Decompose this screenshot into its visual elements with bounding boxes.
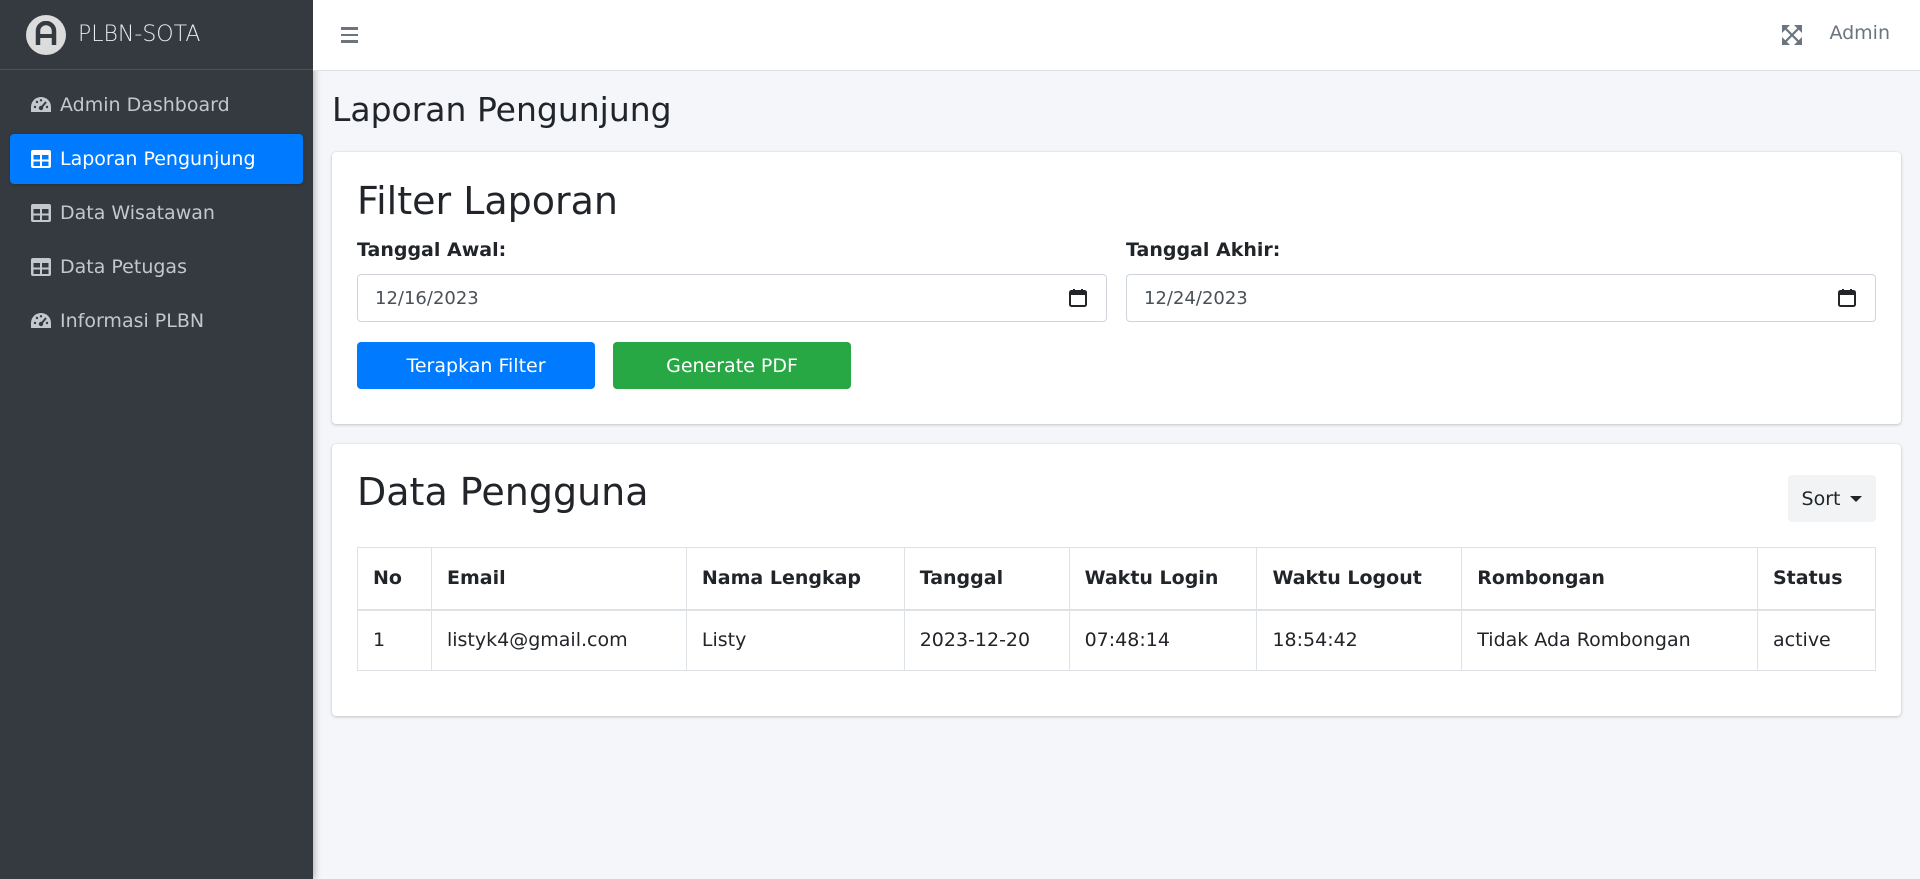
column-header-status[interactable]: Status [1757, 547, 1876, 611]
page-title: Laporan Pengunjung [332, 90, 672, 129]
cell-waktu-logout: 18:54:42 [1256, 609, 1463, 671]
filter-card: Filter Laporan Tanggal Awal: 12/16/2023 … [332, 152, 1901, 424]
tachometer-icon [30, 95, 52, 115]
column-header-tanggal[interactable]: Tanggal [903, 547, 1070, 611]
hamburger-icon[interactable] [341, 22, 367, 48]
end-date-value: 12/24/2023 [1144, 287, 1248, 309]
brand-logo-icon [26, 14, 66, 55]
sidebar-item-informasi-plbn[interactable]: Informasi PLBN [10, 296, 303, 346]
column-header-waktu-login[interactable]: Waktu Login [1068, 547, 1258, 611]
cell-email: listyk4@gmail.com [430, 609, 687, 671]
table-header-row: No Email Nama Lengkap Tanggal Waktu Logi… [357, 547, 1876, 611]
filter-heading: Filter Laporan [357, 179, 619, 223]
table-row: 1 listyk4@gmail.com Listy 2023-12-20 07:… [357, 609, 1876, 671]
cell-rombongan: Tidak Ada Rombongan [1461, 609, 1758, 671]
end-date-input[interactable]: 12/24/2023 [1126, 274, 1876, 322]
column-header-nama-lengkap[interactable]: Nama Lengkap [685, 547, 905, 611]
sidebar-nav: Admin Dashboard Laporan Pengunjung Data … [0, 70, 313, 346]
start-date-value: 12/16/2023 [375, 287, 479, 309]
cell-status: active [1757, 609, 1876, 671]
column-header-rombongan[interactable]: Rombongan [1461, 547, 1758, 611]
brand-link[interactable]: PLBN-SOTA [0, 0, 313, 70]
column-header-email[interactable]: Email [430, 547, 687, 611]
table-icon [30, 149, 52, 169]
start-date-input[interactable]: 12/16/2023 [357, 274, 1107, 322]
data-card: Data Pengguna Sort No Email Nama Lengkap… [332, 444, 1901, 716]
sidebar-item-label: Data Petugas [60, 256, 187, 278]
sidebar-item-label: Data Wisatawan [60, 202, 215, 224]
generate-pdf-button[interactable]: Generate PDF [613, 342, 851, 389]
sidebar: PLBN-SOTA Admin Dashboard Laporan Pengun… [0, 0, 313, 879]
cell-nama-lengkap: Listy [685, 609, 905, 671]
expand-icon[interactable] [1781, 24, 1803, 46]
calendar-icon[interactable] [1068, 288, 1088, 308]
top-navbar: Admin [313, 0, 1920, 71]
caret-down-icon [1850, 495, 1863, 502]
sidebar-item-label: Laporan Pengunjung [60, 148, 256, 170]
table-icon [30, 203, 52, 223]
cell-tanggal: 2023-12-20 [903, 609, 1070, 671]
sidebar-item-data-petugas[interactable]: Data Petugas [10, 242, 303, 292]
sidebar-item-label: Admin Dashboard [60, 94, 230, 116]
data-table: No Email Nama Lengkap Tanggal Waktu Logi… [357, 547, 1876, 671]
column-header-waktu-logout[interactable]: Waktu Logout [1256, 547, 1463, 611]
calendar-icon[interactable] [1837, 288, 1857, 308]
brand-name: PLBN-SOTA [78, 22, 201, 47]
cell-waktu-login: 07:48:14 [1068, 609, 1258, 671]
sidebar-item-laporan-pengunjung[interactable]: Laporan Pengunjung [10, 134, 303, 184]
cell-no: 1 [357, 609, 432, 671]
user-menu-link[interactable]: Admin [1829, 22, 1890, 44]
start-date-label: Tanggal Awal: [357, 239, 507, 261]
sidebar-item-label: Informasi PLBN [60, 310, 205, 332]
sidebar-item-data-wisatawan[interactable]: Data Wisatawan [10, 188, 303, 238]
sort-label: Sort [1801, 487, 1841, 510]
apply-filter-button[interactable]: Terapkan Filter [357, 342, 595, 389]
sidebar-item-admin-dashboard[interactable]: Admin Dashboard [10, 80, 303, 130]
sort-dropdown-button[interactable]: Sort [1788, 475, 1876, 522]
data-heading: Data Pengguna [357, 470, 649, 514]
column-header-no[interactable]: No [357, 547, 432, 611]
end-date-label: Tanggal Akhir: [1126, 239, 1281, 261]
tachometer-icon [30, 311, 52, 331]
table-icon [30, 257, 52, 277]
